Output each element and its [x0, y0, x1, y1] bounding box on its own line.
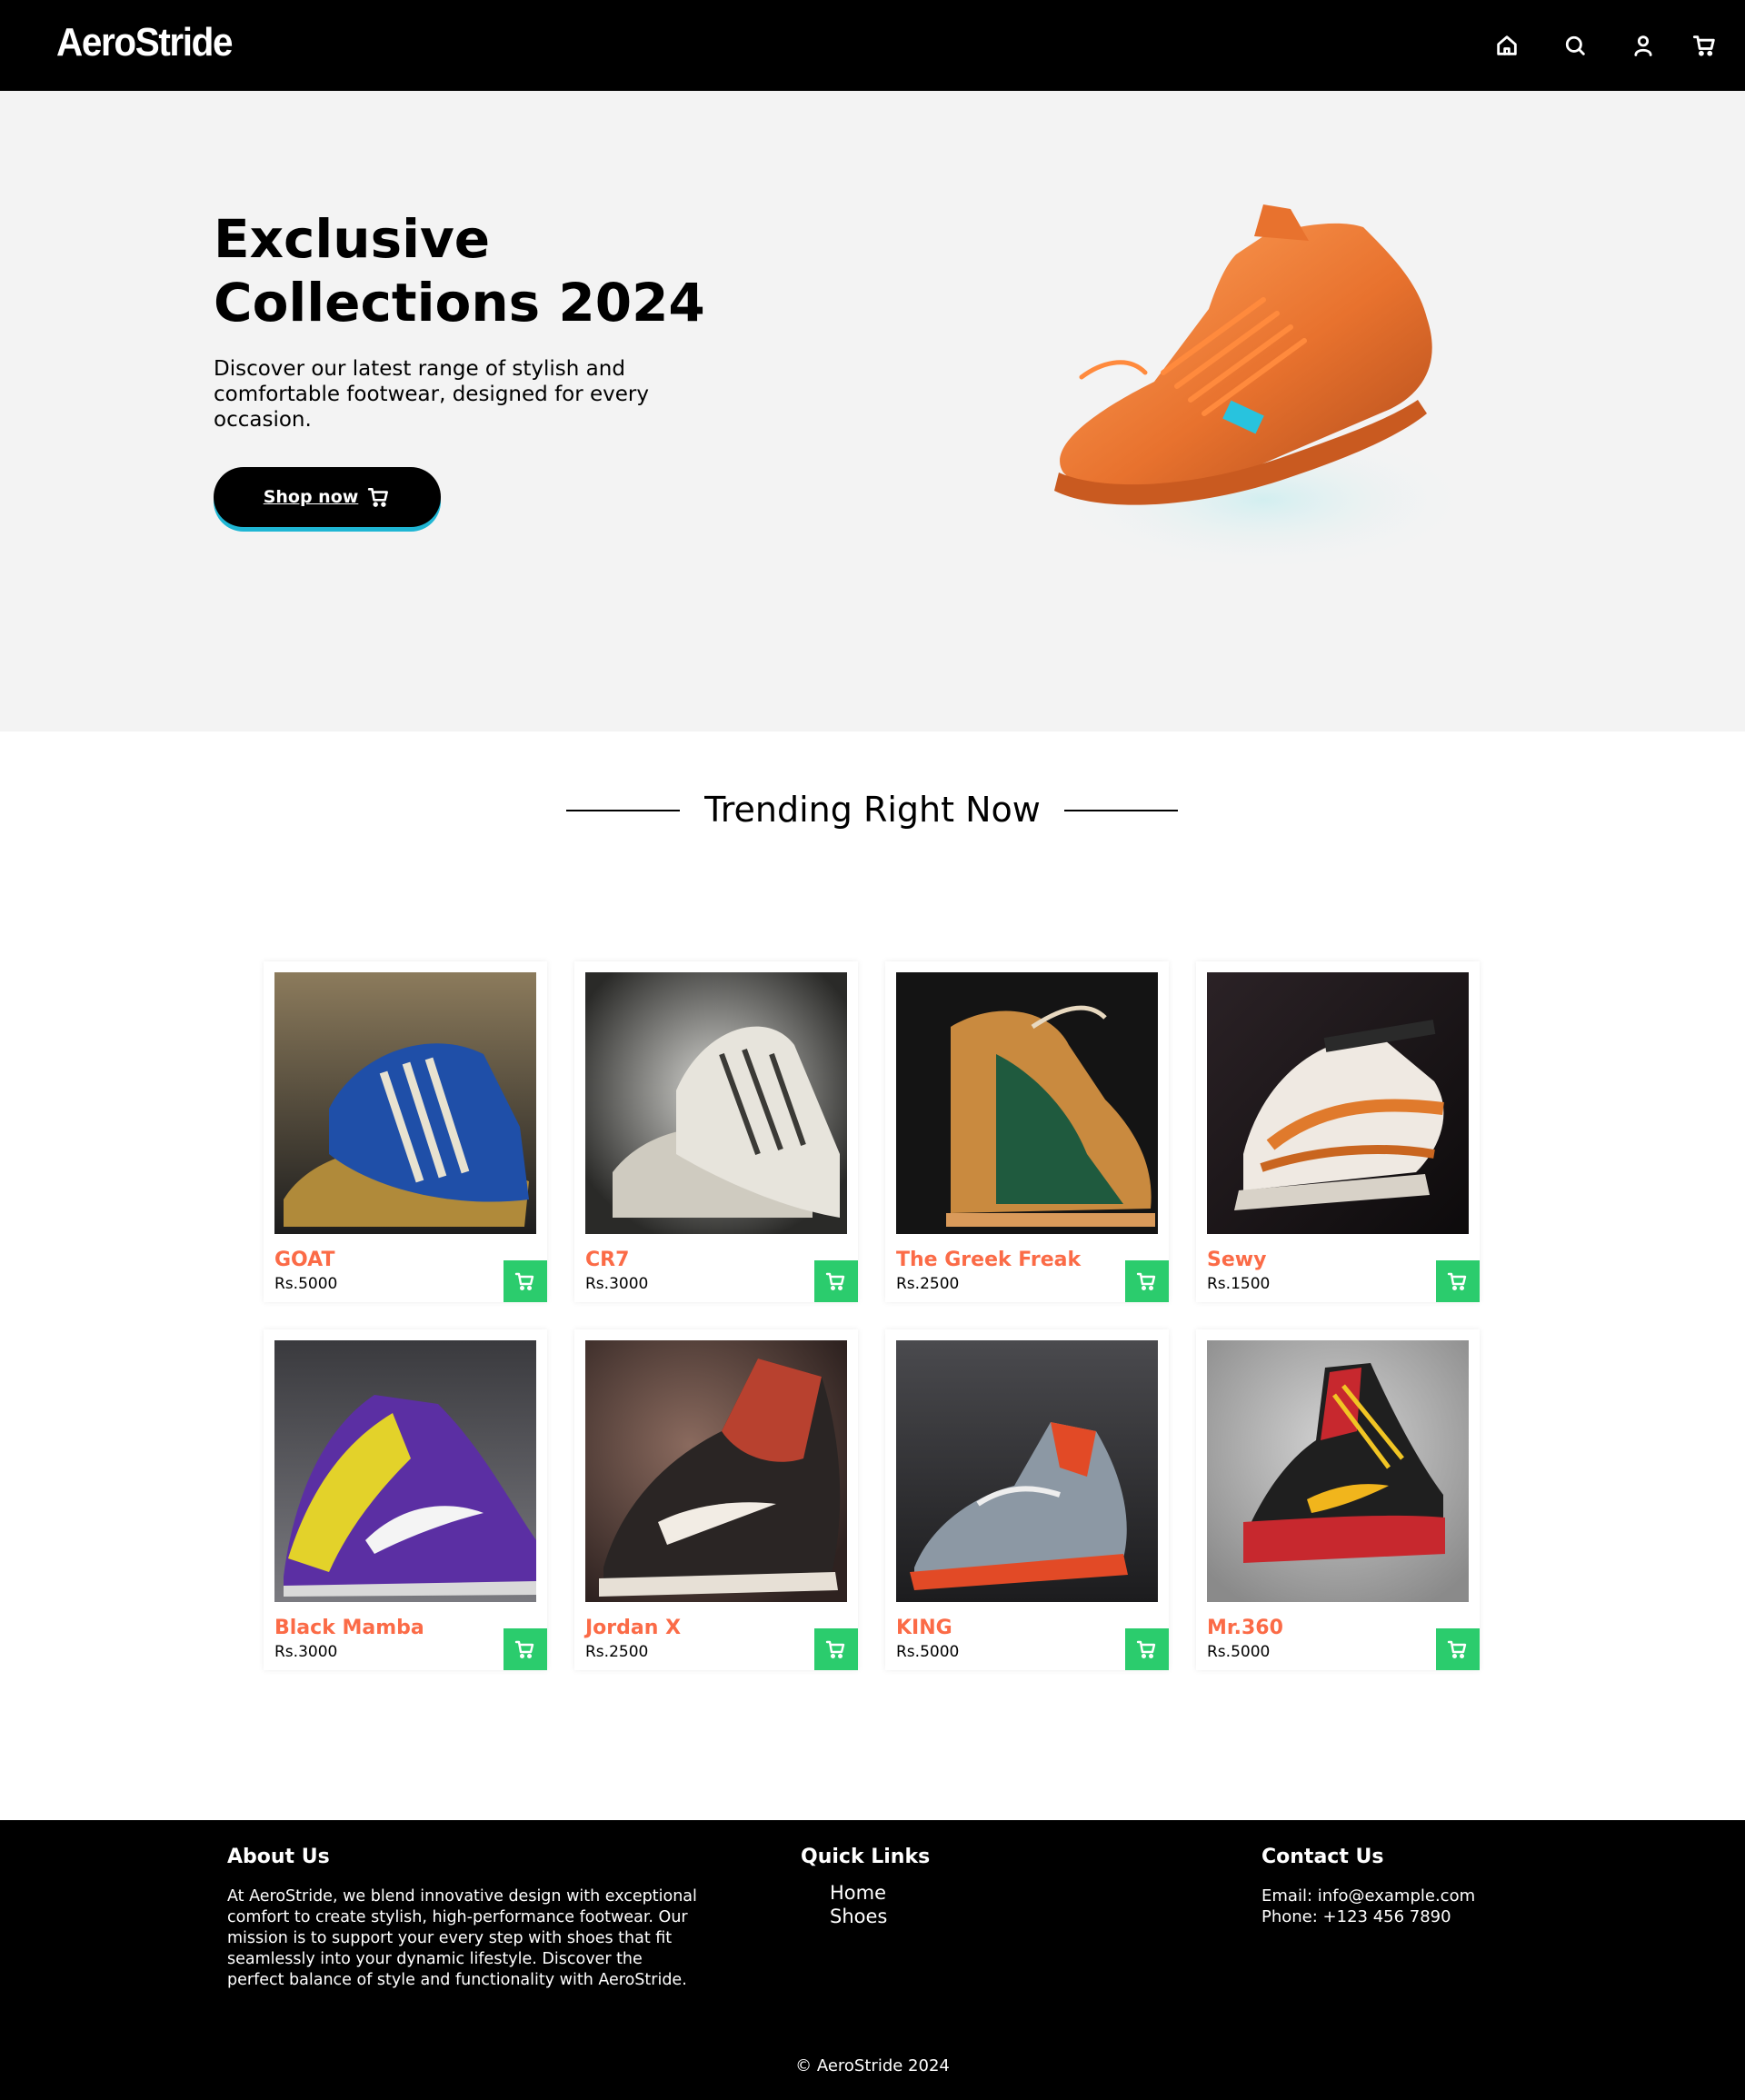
add-to-cart-button[interactable]: [814, 1628, 858, 1670]
quick-links-title: Quick Links: [801, 1846, 931, 1868]
navbar: AeroStride: [0, 0, 1745, 91]
footer-link-shoes[interactable]: Shoes: [830, 1906, 887, 1927]
product-card[interactable]: CR7 Rs.3000: [574, 961, 858, 1302]
about-text: At AeroStride, we blend innovative desig…: [227, 1887, 697, 1989]
product-price: Rs.1500: [1207, 1275, 1271, 1293]
product-name: CR7: [585, 1249, 630, 1271]
home-icon[interactable]: [1489, 27, 1525, 64]
hero-section: Exclusive Collections 2024 Discover our …: [0, 91, 1745, 732]
add-to-cart-button[interactable]: [504, 1260, 547, 1302]
product-name: Black Mamba: [274, 1617, 424, 1639]
add-to-cart-button[interactable]: [1436, 1260, 1480, 1302]
product-name: Mr.360: [1207, 1617, 1283, 1639]
product-price: Rs.5000: [896, 1643, 960, 1661]
cart-icon: [514, 1640, 534, 1659]
product-price: Rs.2500: [896, 1275, 960, 1293]
trending-title: Trending Right Now: [704, 790, 1041, 830]
hero-description: Discover our latest range of stylish and…: [214, 357, 649, 432]
cart-icon: [1136, 1272, 1156, 1291]
product-image[interactable]: [274, 972, 536, 1234]
add-to-cart-button[interactable]: [814, 1260, 858, 1302]
product-image[interactable]: [896, 972, 1158, 1234]
product-card[interactable]: GOAT Rs.5000: [264, 961, 547, 1302]
trending-header: Trending Right Now: [0, 787, 1745, 832]
cart-icon: [825, 1640, 845, 1659]
contact-email: Email: info@example.com: [1261, 1886, 1476, 1906]
product-card[interactable]: Jordan X Rs.2500: [574, 1329, 858, 1670]
product-price: Rs.3000: [585, 1275, 649, 1293]
add-to-cart-button[interactable]: [1125, 1628, 1169, 1670]
cart-icon[interactable]: [1687, 27, 1723, 64]
footer: About Us At AeroStride, we blend innovat…: [0, 1820, 1745, 2100]
add-to-cart-button[interactable]: [504, 1628, 547, 1670]
footer-link-home[interactable]: Home: [830, 1882, 886, 1904]
cart-icon: [825, 1272, 845, 1291]
cart-icon: [1447, 1272, 1467, 1291]
product-price: Rs.5000: [274, 1275, 338, 1293]
add-to-cart-button[interactable]: [1125, 1260, 1169, 1302]
product-price: Rs.3000: [274, 1643, 338, 1661]
product-price: Rs.5000: [1207, 1643, 1271, 1661]
hero-title: Exclusive Collections 2024: [214, 208, 705, 333]
cart-icon: [1136, 1640, 1156, 1659]
product-image[interactable]: [585, 1340, 847, 1602]
about-title: About Us: [227, 1846, 330, 1868]
product-card[interactable]: Black Mamba Rs.3000: [264, 1329, 547, 1670]
product-image[interactable]: [1207, 1340, 1469, 1602]
title-divider-right: [1064, 810, 1178, 811]
cart-icon: [368, 488, 389, 507]
add-to-cart-button[interactable]: [1436, 1628, 1480, 1670]
shop-now-button[interactable]: Shop now: [214, 467, 441, 527]
product-image[interactable]: [274, 1340, 536, 1602]
product-name: GOAT: [274, 1249, 335, 1271]
product-image[interactable]: [896, 1340, 1158, 1602]
cart-icon: [514, 1272, 534, 1291]
product-name: Sewy: [1207, 1249, 1267, 1271]
copyright: © AeroStride 2024: [795, 2056, 950, 2075]
product-name: KING: [896, 1617, 952, 1639]
product-card[interactable]: Mr.360 Rs.5000: [1196, 1329, 1480, 1670]
shop-now-label: Shop now: [263, 487, 359, 507]
product-price: Rs.2500: [585, 1643, 649, 1661]
contact-phone: Phone: +123 456 7890: [1261, 1907, 1451, 1926]
contact-title: Contact Us: [1261, 1846, 1384, 1868]
brand-logo[interactable]: AeroStride: [56, 20, 234, 65]
product-name: Jordan X: [585, 1617, 682, 1639]
user-icon[interactable]: [1625, 27, 1661, 64]
product-card[interactable]: The Greek Freak Rs.2500: [885, 961, 1169, 1302]
search-icon[interactable]: [1557, 27, 1593, 64]
product-image[interactable]: [585, 972, 847, 1234]
hero-shoe-image: [1054, 204, 1472, 572]
product-card[interactable]: KING Rs.5000: [885, 1329, 1169, 1670]
product-image[interactable]: [1207, 972, 1469, 1234]
product-name: The Greek Freak: [896, 1249, 1082, 1271]
cart-icon: [1447, 1640, 1467, 1659]
product-card[interactable]: Sewy Rs.1500: [1196, 961, 1480, 1302]
